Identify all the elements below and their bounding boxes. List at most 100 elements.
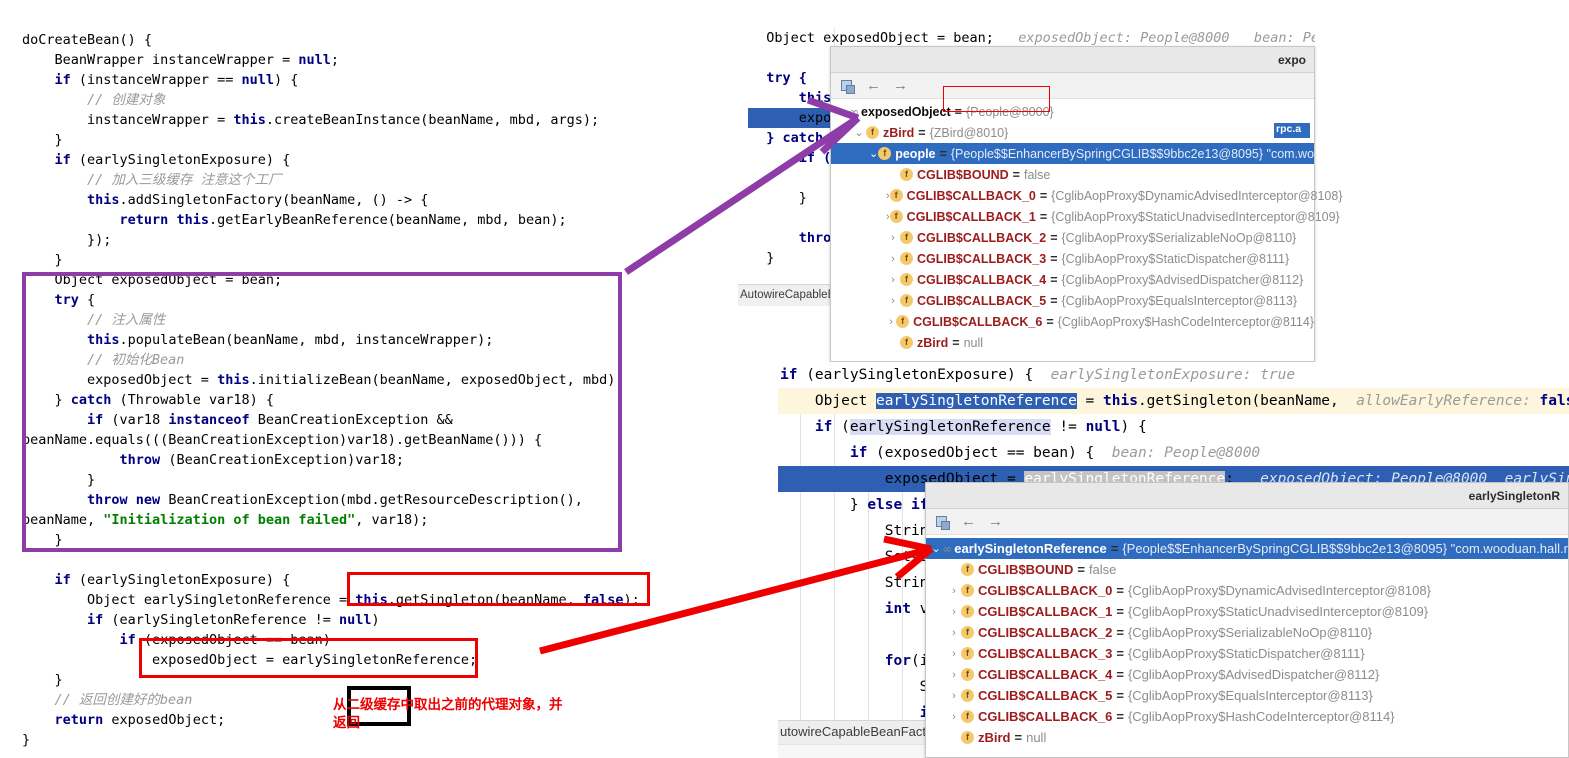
variable-name: zBird bbox=[917, 335, 949, 350]
code-token: } bbox=[22, 132, 63, 148]
chevron-down-icon[interactable]: ⌄ bbox=[869, 147, 878, 160]
code-token: exposedObject = bbox=[22, 372, 218, 388]
popup-titlebar: expo bbox=[831, 47, 1314, 73]
variable-row[interactable]: › f CGLIB$CALLBACK_2 = {CglibAopProxy$Serial… bbox=[926, 622, 1568, 643]
chevron-down-icon[interactable]: ⌄ bbox=[930, 542, 942, 555]
code-token: Object exposedObject = bean; bbox=[22, 272, 283, 288]
popup-toolbar[interactable]: ← → bbox=[926, 509, 1568, 535]
field-icon: f bbox=[896, 315, 910, 328]
field-icon: f bbox=[961, 731, 974, 744]
variable-row[interactable]: ⌄ ∞ exposedObject = {People@8000} bbox=[831, 101, 1314, 122]
variable-name: CGLIB$CALLBACK_4 bbox=[917, 272, 1047, 287]
chevron-right-icon[interactable]: › bbox=[947, 711, 961, 723]
variable-row[interactable]: ⌄ ∞ earlySingletonReference = {People$$Enhan… bbox=[926, 538, 1568, 559]
variable-value: {CglibAopProxy$SerializableNoOp@8110} bbox=[1061, 230, 1297, 245]
variable-row[interactable]: › f CGLIB$CALLBACK_1 = {CglibAopProxy$Static… bbox=[831, 206, 1340, 227]
code-token: .getSingleton(beanName, bbox=[1137, 393, 1357, 409]
field-icon: f bbox=[961, 626, 974, 639]
back-arrow-icon[interactable]: ← bbox=[961, 514, 976, 529]
code-token: if bbox=[780, 367, 798, 383]
forward-arrow-icon[interactable]: → bbox=[893, 78, 908, 93]
variable-row[interactable]: › f CGLIB$CALLBACK_4 = {CglibAopProxy$Advise… bbox=[831, 269, 1314, 290]
variable-name: CGLIB$CALLBACK_3 bbox=[978, 646, 1113, 661]
variable-row[interactable]: › f CGLIB$CALLBACK_0 = {CglibAopProxy$Dynami… bbox=[831, 185, 1343, 206]
chevron-right-icon[interactable]: › bbox=[886, 274, 900, 286]
back-arrow-icon[interactable]: ← bbox=[866, 78, 881, 93]
chevron-right-icon[interactable]: › bbox=[886, 295, 900, 307]
equals-sign: = bbox=[1116, 646, 1124, 661]
chevron-right-icon[interactable]: › bbox=[947, 627, 961, 639]
code-line: // 注入属性 bbox=[22, 310, 700, 330]
variable-name: zBird bbox=[883, 125, 915, 140]
top-right-status-text: AutowireCapableBe bbox=[738, 284, 843, 306]
chevron-down-icon[interactable]: ⌄ bbox=[835, 105, 849, 118]
code-token: .populateBean(beanName, mbd, instanceWra… bbox=[119, 332, 494, 348]
variable-row[interactable]: › f CGLIB$CALLBACK_5 = {CglibAopProxy$Equals… bbox=[926, 685, 1568, 706]
variable-row[interactable]: f zBird = null bbox=[831, 332, 1314, 353]
variable-row[interactable]: ⌄ f zBird = {ZBird@8010} bbox=[831, 122, 1314, 143]
variable-value: {CglibAopProxy$HashCodeInterceptor@8114} bbox=[1057, 314, 1314, 329]
forward-arrow-icon[interactable]: → bbox=[988, 514, 1003, 529]
chevron-right-icon[interactable]: › bbox=[947, 606, 961, 618]
code-token: "Initialization of bean failed" bbox=[103, 512, 356, 528]
variable-row[interactable]: f CGLIB$BOUND = false bbox=[831, 164, 1314, 185]
variable-row[interactable]: ⌄ f people = {People$$EnhancerBySpringCGLIB$… bbox=[831, 143, 1314, 164]
variable-row[interactable]: › f CGLIB$CALLBACK_5 = {CglibAopProxy$Equals… bbox=[831, 290, 1314, 311]
code-token: this bbox=[87, 332, 120, 348]
code-token: return bbox=[119, 212, 169, 228]
variable-row[interactable]: › f CGLIB$CALLBACK_6 = {CglibAopProxy$HashCo… bbox=[831, 311, 1314, 332]
code-token: ; bbox=[330, 52, 339, 68]
variable-row[interactable]: › f CGLIB$CALLBACK_1 = {CglibAopProxy$Static… bbox=[926, 601, 1568, 622]
equals-sign: = bbox=[1110, 541, 1119, 556]
code-line: this.populateBean(beanName, mbd, instanc… bbox=[22, 330, 700, 350]
equals-sign: = bbox=[939, 146, 947, 161]
code-line: if (earlySingletonExposure) { bbox=[22, 150, 700, 170]
code-line: // 加入三级缓存 注意这个工厂 bbox=[22, 170, 700, 190]
field-icon: f bbox=[900, 273, 913, 286]
chevron-right-icon[interactable]: › bbox=[947, 669, 961, 681]
variables-tree[interactable]: ⌄ ∞ exposedObject = {People@8000} ⌄ f zBird = {ZB… bbox=[831, 99, 1343, 361]
code-line: if (exposedObject == bean) { bean: Peopl… bbox=[778, 440, 1569, 466]
chevron-right-icon[interactable]: › bbox=[947, 690, 961, 702]
code-token: .createBeanInstance(beanName, mbd, args)… bbox=[265, 112, 600, 128]
chevron-right-icon[interactable]: › bbox=[886, 232, 900, 244]
top-variables-popup[interactable]: expo ← → ⌄ ∞ exposedObject = {People@8000} ⌄ f… bbox=[830, 46, 1343, 362]
frame-icon[interactable] bbox=[841, 79, 855, 94]
variable-row[interactable]: f CGLIB$BOUND = false bbox=[926, 559, 1568, 580]
chevron-right-icon[interactable]: › bbox=[886, 253, 900, 265]
variables-tree[interactable]: ⌄ ∞ earlySingletonReference = {People$$Enhan… bbox=[926, 535, 1568, 752]
code-line: if (instanceWrapper == null) { bbox=[22, 70, 700, 90]
chevron-right-icon[interactable]: › bbox=[886, 316, 896, 328]
equals-sign: = bbox=[1046, 314, 1054, 329]
code-line: BeanWrapper instanceWrapper = null; bbox=[22, 50, 700, 70]
variable-name: CGLIB$CALLBACK_4 bbox=[978, 667, 1113, 682]
chevron-down-icon[interactable]: ⌄ bbox=[852, 126, 866, 139]
code-line: } bbox=[22, 530, 700, 550]
variable-row[interactable]: › f CGLIB$CALLBACK_4 = {CglibAopProxy$Advise… bbox=[926, 664, 1568, 685]
variable-name: CGLIB$CALLBACK_2 bbox=[978, 625, 1113, 640]
code-token: Set<S bbox=[780, 549, 929, 565]
variable-row[interactable]: › f CGLIB$CALLBACK_2 = {CglibAopProxy$Serial… bbox=[831, 227, 1314, 248]
bottom-variables-popup[interactable]: earlySingletonR ← → ⌄ ∞ earlySingletonRefe… bbox=[925, 482, 1569, 758]
frame-icon[interactable] bbox=[936, 515, 950, 530]
variable-row[interactable]: f zBird = null bbox=[926, 727, 1568, 748]
chevron-right-icon[interactable]: › bbox=[947, 585, 961, 597]
code-token: doCreateBean() { bbox=[22, 32, 153, 48]
code-token: earlySingletonReference bbox=[876, 393, 1077, 409]
popup-toolbar[interactable]: ← → bbox=[831, 73, 1314, 99]
code-token: this bbox=[176, 212, 209, 228]
variable-row[interactable]: › f CGLIB$CALLBACK_6 = {CglibAopProxy$HashCo… bbox=[926, 706, 1568, 727]
code-token: String bbox=[780, 523, 938, 539]
field-icon: f bbox=[961, 563, 974, 576]
code-token: return bbox=[54, 712, 104, 728]
code-token: (earlySingletonExposure) { bbox=[797, 367, 1051, 383]
chevron-right-icon[interactable]: › bbox=[947, 648, 961, 660]
variable-row[interactable]: › f CGLIB$CALLBACK_0 = {CglibAopProxy$Dynami… bbox=[926, 580, 1568, 601]
field-icon: f bbox=[889, 210, 903, 223]
variable-row[interactable]: › f CGLIB$CALLBACK_3 = {CglibAopProxy$Static… bbox=[926, 643, 1568, 664]
variable-row[interactable]: › f CGLIB$CALLBACK_3 = {CglibAopProxy$Static… bbox=[831, 248, 1314, 269]
